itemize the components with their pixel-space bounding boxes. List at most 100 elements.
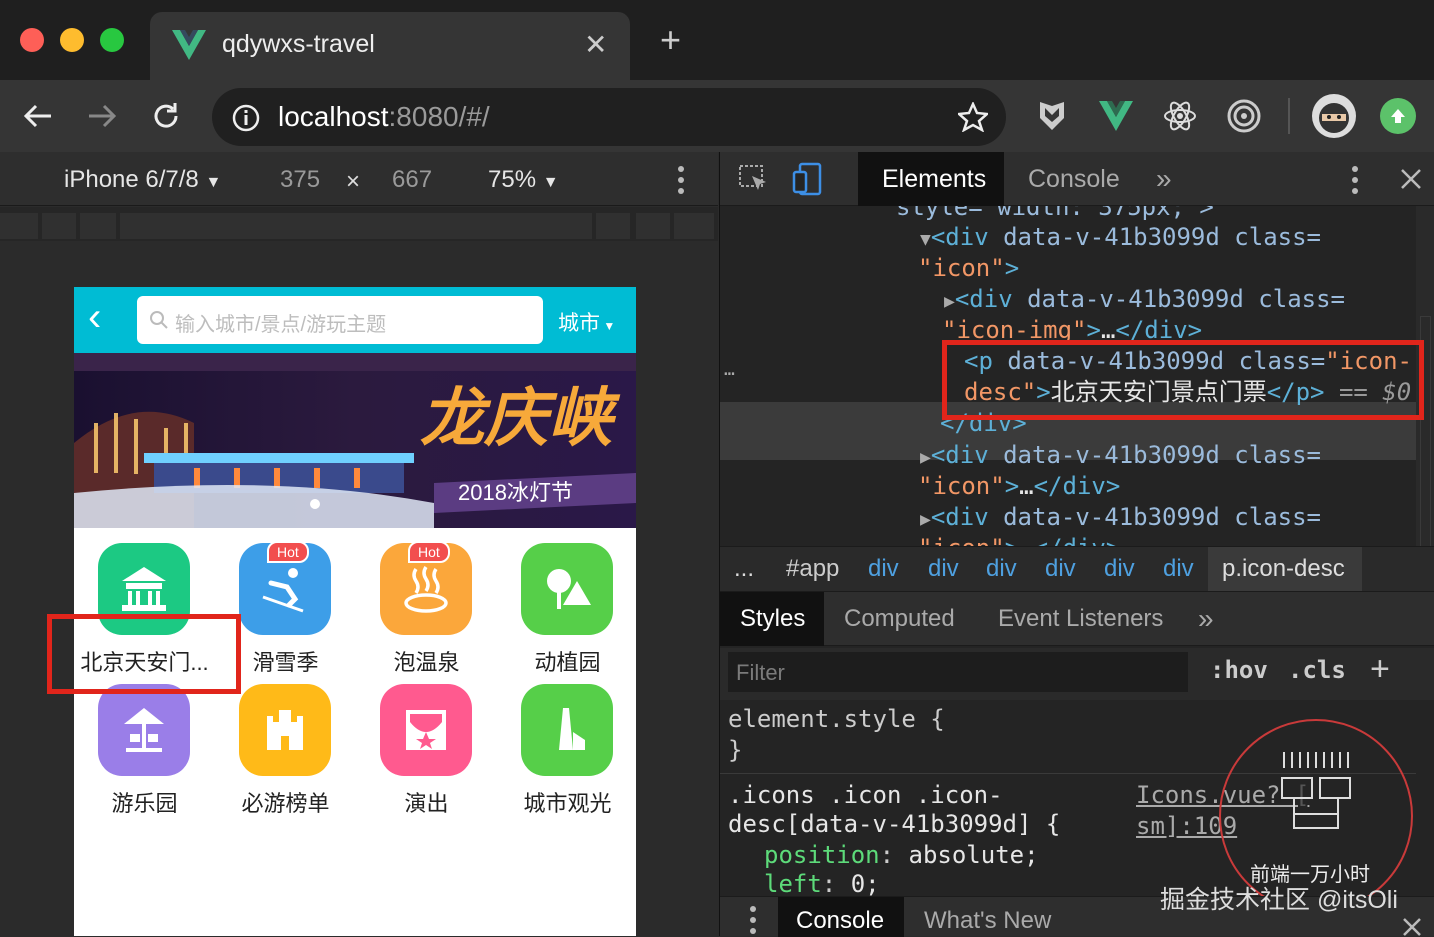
caret-down-icon: ▼	[542, 174, 559, 191]
forward-button[interactable]	[80, 94, 124, 138]
breadcrumb-item[interactable]: div	[986, 555, 1017, 583]
icon-desc: 动植园	[534, 650, 601, 675]
more-vertical-icon[interactable]	[1350, 165, 1360, 195]
url-host: localhost	[278, 101, 389, 132]
viewport-height-input[interactable]: 667	[392, 166, 432, 194]
update-button[interactable]	[1380, 98, 1416, 134]
device-mode-icon[interactable]	[792, 162, 822, 196]
css-declaration[interactable]: position: absolute;	[764, 840, 1039, 871]
tab-close-icon[interactable]: ✕	[584, 28, 607, 61]
icon-desc: 泡温泉	[393, 650, 460, 675]
dom-line: "icon">…</div>	[918, 472, 1121, 500]
icon-item[interactable]: 城市观光	[497, 684, 636, 824]
node-actions-dots[interactable]: …	[724, 354, 735, 385]
tab-computed[interactable]: Computed	[844, 605, 955, 633]
toolbar-divider	[1288, 98, 1290, 134]
more-tabs-icon[interactable]: »	[1156, 163, 1172, 195]
breadcrumb-item[interactable]: div	[928, 555, 959, 583]
icon-item[interactable]: 必游榜单	[215, 684, 356, 824]
tower-icon	[559, 708, 585, 750]
close-devtools-icon[interactable]	[1400, 168, 1422, 190]
icon-img	[98, 684, 190, 776]
breadcrumb-current[interactable]: p.icon-desc	[1208, 547, 1362, 591]
styles-filter-input[interactable]: Filter	[728, 652, 1188, 692]
element-style-selector[interactable]: element.style {	[728, 704, 945, 735]
arrow-left-icon	[23, 104, 51, 128]
new-style-rule-button[interactable]: +	[1370, 650, 1390, 689]
breadcrumb-item[interactable]: #app	[786, 555, 839, 583]
rule-selector-line2: desc[data-v-41b3099d] {	[728, 810, 1061, 838]
reload-button[interactable]	[144, 94, 188, 138]
breadcrumb-item[interactable]: ...	[734, 555, 754, 583]
dom-line[interactable]: ▶<div data-v-41b3099d class=	[920, 502, 1321, 535]
target-extension-icon[interactable]	[1224, 96, 1264, 136]
icon-img	[239, 684, 331, 776]
caret-down-icon: ▼	[600, 319, 616, 333]
more-tabs-icon[interactable]: »	[1198, 603, 1214, 635]
icon-img	[380, 684, 472, 776]
back-arrow-icon[interactable]: ‹	[88, 293, 101, 341]
close-drawer-icon[interactable]	[1402, 917, 1422, 937]
more-vertical-icon[interactable]	[676, 165, 686, 195]
carousel-icon	[124, 708, 164, 752]
icon-item[interactable]: 动植园	[497, 543, 636, 683]
css-declaration[interactable]: left: 0;	[764, 869, 880, 896]
profile-avatar[interactable]	[1312, 94, 1356, 138]
zoom-select[interactable]: 75% ▼	[488, 166, 559, 194]
ski-icon	[262, 568, 304, 613]
icon-desc: 必游榜单	[241, 791, 330, 816]
drawer-tab-console-label: Console	[796, 907, 885, 934]
tab-console[interactable]: Console	[1028, 165, 1120, 194]
breadcrumb-item[interactable]: div	[1104, 555, 1135, 583]
drawer-tab-console[interactable]: Console	[778, 897, 904, 937]
dom-line[interactable]: ▼<div data-v-41b3099d class=	[920, 222, 1321, 255]
dom-line: "icon">…</div>	[918, 533, 1120, 546]
tiananmen-icon	[122, 567, 166, 611]
tab-event-listeners[interactable]: Event Listeners	[998, 605, 1163, 633]
device-select[interactable]: iPhone 6/7/8 ▼	[64, 166, 221, 194]
breadcrumb-item[interactable]: div	[1045, 555, 1076, 583]
vue-logo-icon	[172, 30, 206, 60]
breadcrumb-item[interactable]: div	[868, 555, 899, 583]
more-vertical-icon[interactable]	[748, 905, 758, 935]
react-devtools-extension-icon[interactable]	[1160, 96, 1200, 136]
icon-item[interactable]: Hot 泡温泉	[356, 541, 497, 683]
hov-toggle[interactable]: :hov	[1210, 656, 1268, 684]
highlight-box-devtools	[942, 340, 1424, 420]
new-tab-button[interactable]: +	[660, 22, 681, 58]
icon-item[interactable]: 游乐园	[74, 684, 215, 824]
theater-icon	[406, 710, 446, 750]
dom-line: "icon">	[918, 254, 1020, 282]
viewport-width-input[interactable]: 375	[280, 166, 320, 194]
minimize-window-button[interactable]	[60, 28, 84, 52]
banner-swiper[interactable]: 龙庆峡 2018冰灯节	[74, 353, 636, 528]
inspect-element-icon[interactable]	[738, 164, 770, 194]
city-select[interactable]: 城市 ▼	[558, 307, 615, 337]
shield-extension-icon[interactable]	[1032, 96, 1072, 136]
tab-styles[interactable]: Styles	[720, 592, 824, 646]
search-input[interactable]: 输入城市/景点/游玩主题	[137, 296, 543, 344]
address-bar[interactable]: localhost:8080/#/	[212, 88, 1006, 146]
icon-desc: 游乐园	[111, 791, 178, 816]
cls-toggle[interactable]: .cls	[1288, 656, 1346, 684]
icon-item[interactable]: 演出	[356, 684, 497, 824]
star-bookmark-icon[interactable]	[958, 102, 988, 132]
browser-tab[interactable]: qdywxs-travel ✕	[150, 12, 630, 80]
dom-line[interactable]: ▶<div data-v-41b3099d class=	[920, 440, 1321, 473]
close-window-button[interactable]	[20, 28, 44, 52]
breadcrumb-current-label: p.icon-desc	[1222, 555, 1345, 582]
vue-devtools-extension-icon[interactable]	[1096, 96, 1136, 136]
drawer-tab-whats-new[interactable]: What's New	[924, 907, 1051, 935]
tab-elements[interactable]: Elements	[858, 152, 1004, 206]
info-icon[interactable]	[232, 104, 260, 132]
arrow-up-icon	[1391, 109, 1405, 123]
devtools-panel: Elements Console » … style="width: 375px…	[719, 152, 1434, 937]
dom-line[interactable]: ▶<div data-v-41b3099d class=	[944, 284, 1345, 317]
hot-badge: Hot	[267, 541, 309, 563]
devtools-tabbar: Elements Console »	[720, 152, 1434, 206]
maximize-window-button[interactable]	[100, 28, 124, 52]
back-button[interactable]	[16, 94, 60, 138]
device-name: iPhone 6/7/8	[64, 166, 199, 193]
breadcrumb-item[interactable]: div	[1163, 555, 1194, 583]
media-query-bars	[0, 207, 718, 241]
